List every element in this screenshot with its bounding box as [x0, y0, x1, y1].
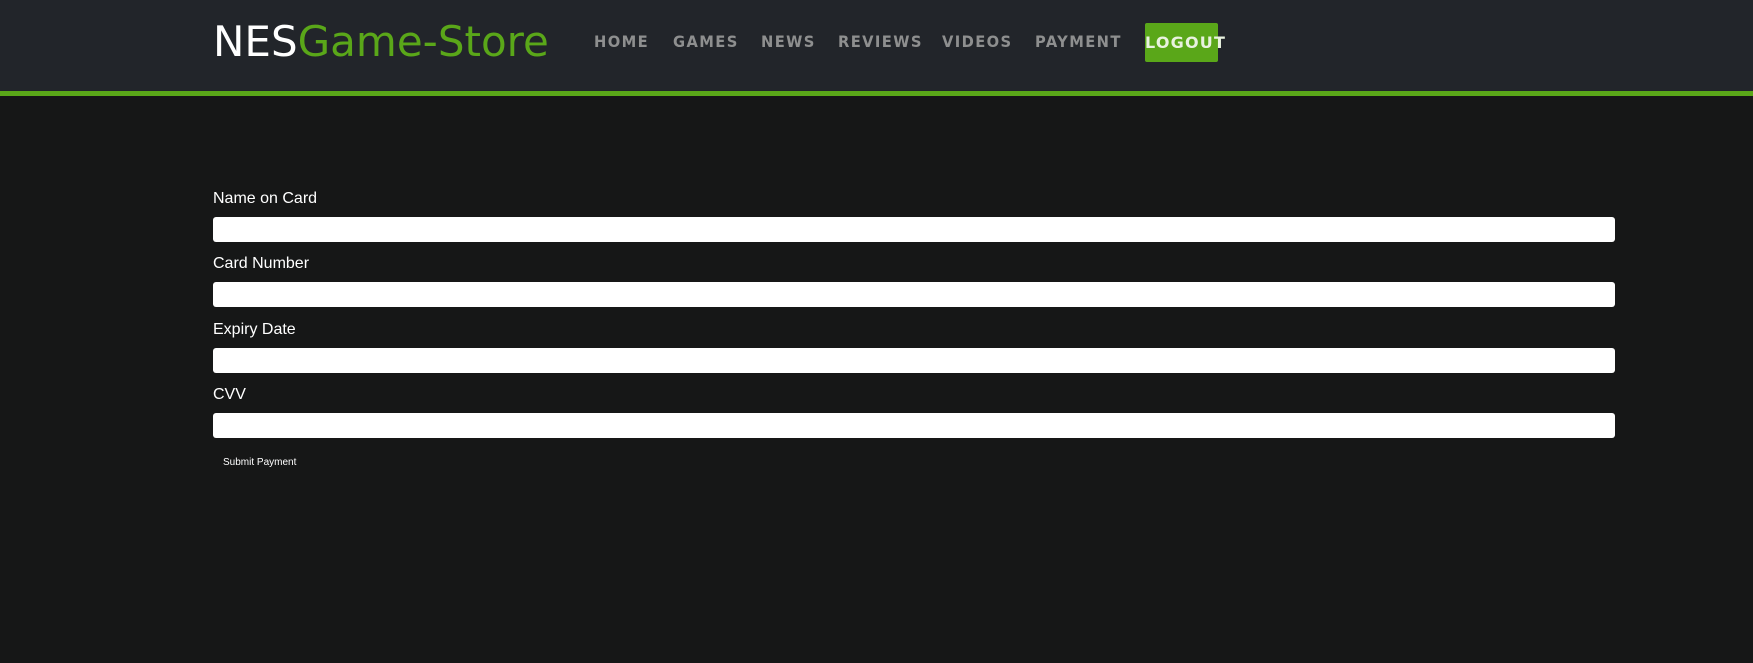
nav-item-news[interactable]: NEWS: [761, 22, 816, 62]
nav-item-games[interactable]: GAMES: [673, 22, 739, 62]
logo-text-nes: NES: [213, 17, 298, 66]
site-header: NESGame-Store HOME GAMES NEWS REVIEWS VI…: [0, 0, 1753, 96]
submit-payment-button[interactable]: Submit Payment: [213, 454, 306, 472]
nav-item-reviews[interactable]: REVIEWS: [838, 22, 923, 62]
site-logo[interactable]: NESGame-Store: [213, 17, 549, 67]
cvv-input[interactable]: [213, 413, 1615, 438]
card-number-label: Card Number: [213, 255, 310, 272]
expiry-date-label: Expiry Date: [213, 321, 296, 338]
nav-item-payment[interactable]: PAYMENT: [1035, 22, 1122, 62]
nav-item-home[interactable]: HOME: [594, 22, 649, 62]
logout-button[interactable]: LOGOUT: [1145, 23, 1225, 62]
nav-item-videos[interactable]: VIDEOS: [942, 22, 1013, 62]
logo-text-game-store: Game-Store: [297, 17, 549, 66]
cvv-label: CVV: [213, 386, 246, 403]
name-on-card-label: Name on Card: [213, 190, 318, 207]
card-number-input[interactable]: [213, 282, 1615, 307]
expiry-date-input[interactable]: [213, 348, 1615, 373]
name-on-card-input[interactable]: [213, 217, 1615, 242]
